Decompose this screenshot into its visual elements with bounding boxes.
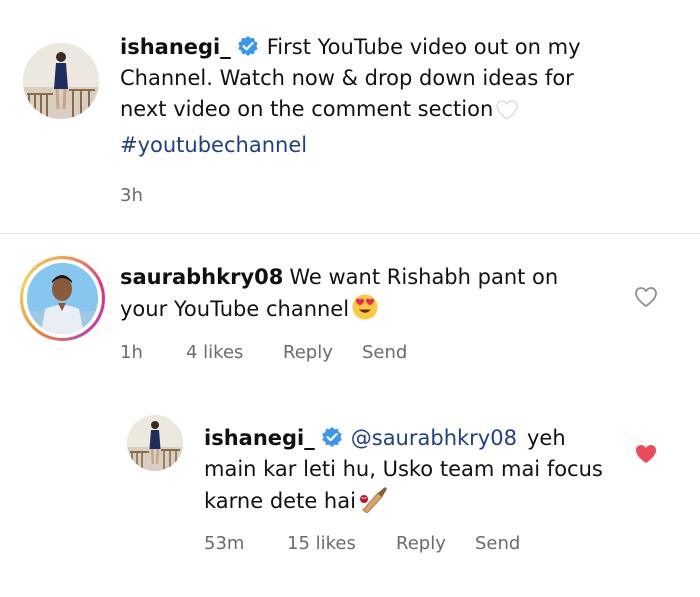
heart-outline-icon [635,287,657,308]
comment-like-button[interactable] [634,286,658,308]
profile-photo-icon [23,43,99,119]
profile-photo-icon [127,415,183,471]
comment-likes[interactable]: 4 likes [186,342,243,363]
comment-username[interactable]: saurabhkry08 [120,265,283,289]
profile-photo-icon [27,263,98,334]
post-username[interactable]: ishanegi_ [120,35,231,59]
reply-send-button[interactable]: Send [475,533,520,554]
reply-avatar[interactable] [127,415,183,471]
heart-eyes-emoji [351,293,379,330]
comment-avatar [27,263,98,334]
reply-mention[interactable]: @saurabhkry08 [351,426,517,450]
white-heart-emoji [495,99,519,130]
comment-body: saurabhkry08 We want Rishabh pant on your… [120,262,600,330]
post-caption: ishanegi_ First YouTube video out on my C… [120,32,590,161]
post-time: 3h [120,185,143,206]
reply-body: ishanegi_ @saurabhkry08 yeh main kar leti … [204,423,604,522]
comment-time: 1h [120,342,143,363]
divider [0,233,700,234]
verified-badge-icon [321,427,342,447]
cricket-bat-emoji [358,485,390,522]
reply-like-button[interactable] [634,443,658,465]
reply-reply-button[interactable]: Reply [396,533,446,554]
post-avatar[interactable] [23,43,99,119]
comment-avatar-ring[interactable] [20,256,105,341]
reply-username[interactable]: ishanegi_ [204,426,315,450]
reply-time: 53m [204,533,245,554]
heart-filled-icon [636,445,656,463]
reply-likes[interactable]: 15 likes [287,533,356,554]
post-hashtag[interactable]: #youtubechannel [120,133,307,157]
comment-reply-button[interactable]: Reply [283,342,333,363]
comment-send-button[interactable]: Send [362,342,407,363]
verified-badge-icon [237,36,258,56]
